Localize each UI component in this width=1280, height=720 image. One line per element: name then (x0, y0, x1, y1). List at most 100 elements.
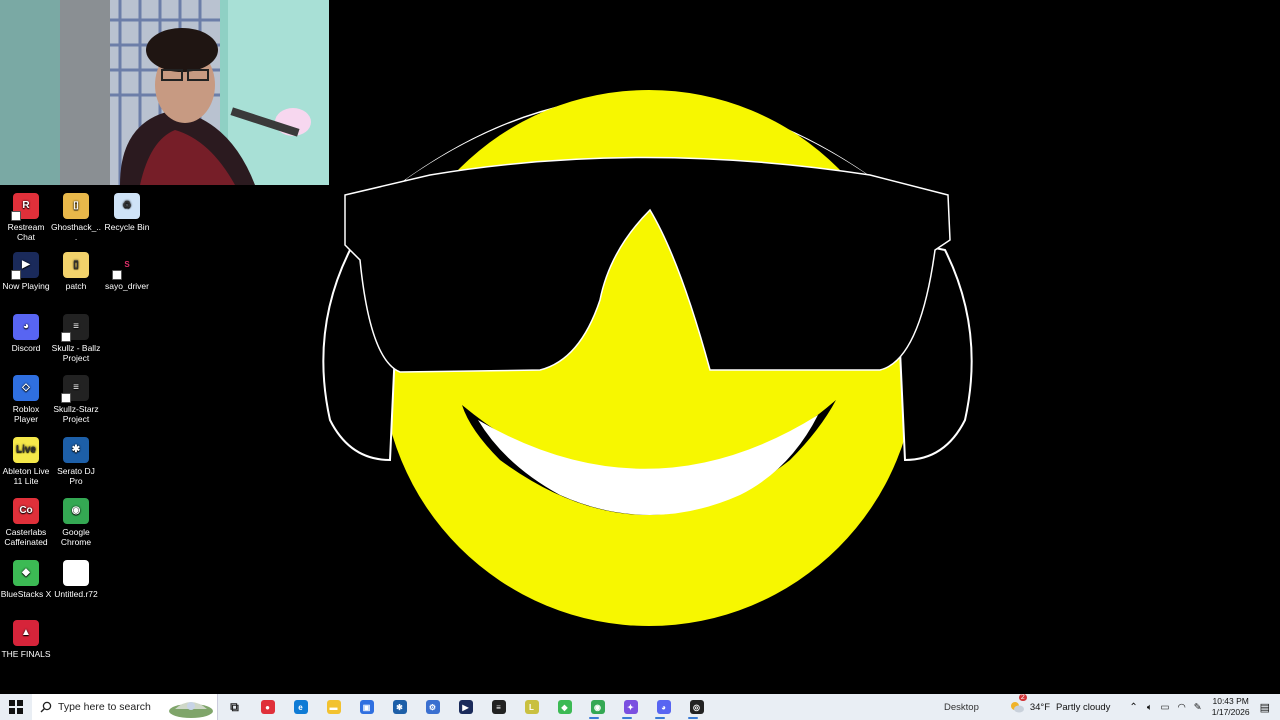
desktop-icon-patch[interactable]: ▯ patch (50, 252, 102, 291)
desktop-icon-ghosthack[interactable]: ▯ Ghosthack_... (50, 193, 102, 242)
clock[interactable]: 10:43 PM 1/17/2026 (1212, 696, 1250, 718)
taskbar-ableton-taskbar-button[interactable]: L (515, 694, 548, 720)
desktop-icon-serato-dj-pro[interactable]: ✱ Serato DJ Pro (50, 437, 102, 486)
weather-temp: 34°F (1029, 701, 1051, 713)
desktop-icon-ableton-live-11-lite[interactable]: Live Ableton Live 11 Lite (0, 437, 52, 486)
desktop-icon-label: sayo_driver (105, 281, 149, 291)
clock-date: 1/17/2026 (1211, 707, 1250, 717)
casterlabs-icon: Co (13, 498, 39, 524)
chevron-up-icon[interactable]: ⌃ (1129, 702, 1137, 713)
now-playing-taskbar-icon: ▶ (458, 700, 473, 714)
desktop-toolbar-label[interactable]: Desktop (944, 702, 979, 713)
desktop-icon-label: THE FINALS (1, 649, 51, 659)
taskbar-store-button[interactable]: ▣ (350, 694, 383, 720)
serato-icon: ✱ (63, 437, 89, 463)
file-explorer-icon: ▬ (326, 700, 341, 714)
restream-icon: R (11, 193, 39, 221)
taskbar-discord-taskbar-button[interactable]: ◕ (647, 694, 680, 720)
desktop-icon-label: Restream Chat (7, 222, 45, 242)
desktop-icon-the-finals[interactable]: ▲ THE FINALS (0, 620, 52, 659)
store-icon: ▣ (359, 700, 374, 714)
ableton-icon: Live (13, 437, 39, 463)
desktop-icon-sayo-driver[interactable]: Ssayo_driver (101, 252, 153, 291)
now-playing-icon: ▶ (11, 252, 39, 280)
desktop-icon-now-playing[interactable]: ▶ Now Playing (0, 252, 52, 291)
taskbar-obs-button[interactable]: ◎ (680, 694, 713, 720)
weather-badge: 2 (1018, 694, 1027, 701)
search-box[interactable]: Type here to search (32, 694, 218, 720)
desktop-icon-discord[interactable]: ◕ Discord (0, 314, 52, 353)
desktop-icon-restream-chat[interactable]: R Restream Chat (0, 193, 52, 242)
taskbar-bluestacks-taskbar-button[interactable]: ◆ (548, 694, 581, 720)
discord-taskbar-icon: ◕ (656, 700, 671, 714)
roblox-icon: ◇ (13, 375, 39, 401)
desktop-icon-label: Ghosthack_... (50, 222, 102, 242)
desktop-icon-skullz-ballz-project[interactable]: ≡ Skullz - Ballz Project (50, 314, 102, 363)
desktop-icon-label: Now Playing (2, 281, 50, 291)
copilot-icon: ✦ (623, 700, 638, 714)
restream-taskbar-icon: ● (260, 700, 275, 714)
serato-taskbar-icon: ✱ (392, 700, 407, 714)
bluestacks-taskbar-icon: ◆ (557, 700, 572, 714)
desktop-icon-label: Untitled.r72 (54, 589, 98, 599)
recycle-bin-icon: ♻ (114, 193, 140, 219)
pen-icon[interactable]: ✎ (1194, 702, 1202, 713)
weather-widget[interactable]: 2 34°F Partly cloudy (1009, 694, 1111, 714)
network-icon[interactable]: ◠ (1178, 702, 1186, 713)
search-highlight-icon (169, 702, 213, 718)
taskbar-edge-button[interactable]: e (284, 694, 317, 720)
desktop-icon-label: patch (65, 281, 87, 291)
windows-logo-icon (9, 700, 23, 714)
discord-icon: ◕ (13, 314, 39, 340)
start-button[interactable] (0, 694, 32, 720)
desktop-icon-label: Roblox Player (12, 404, 40, 424)
desktop-icon-label: Recycle Bin (104, 222, 150, 232)
desktop-icon-label: Discord (11, 343, 41, 353)
desktop-icon-bluestacks-x[interactable]: ◆ BlueStacks X (0, 560, 52, 599)
desktop-icon-recycle-bin[interactable]: ♻ Recycle Bin (101, 193, 153, 232)
taskbar: Type here to search ⧉ ● e ▬ ▣ ✱ ⚙ ▶ ≡ L ◆ ◉ ✦ ◕ ◎ Desk… (0, 694, 1280, 720)
speaker-icon[interactable]: 🔈︎ (1147, 702, 1153, 713)
desktop-icon-google-chrome[interactable]: ◉ Google Chrome (50, 498, 102, 547)
file-icon (63, 560, 89, 586)
desktop-icon-label: Ableton Live 11 Lite (2, 466, 50, 486)
chrome-taskbar-icon: ◉ (590, 700, 605, 714)
ableton-project-icon: ≡ (61, 375, 89, 403)
taskbar-live-project-button[interactable]: ≡ (482, 694, 515, 720)
notification-icon[interactable]: ▤ (1260, 701, 1270, 714)
desktop-icon-label: Skullz - Ballz Project (51, 343, 101, 363)
desktop-icon-untitled-r72[interactable]: Untitled.r72 (50, 560, 102, 599)
clock-time: 10:43 PM (1212, 696, 1249, 706)
desktop-icon-label: BlueStacks X (0, 589, 52, 599)
taskbar-copilot-button[interactable]: ✦ (614, 694, 647, 720)
search-placeholder: Type here to search (58, 701, 151, 713)
taskbar-task-view-button[interactable]: ⧉ (218, 694, 251, 720)
live-project-icon: ≡ (491, 700, 506, 714)
ableton-project-icon: ≡ (61, 314, 89, 342)
search-icon (40, 701, 52, 713)
system-tray: Desktop 2 34°F Partly cloudy ⌃ 🔈︎ ▭ ◠ ✎ … (944, 694, 1280, 718)
weather-text: Partly cloudy (1056, 701, 1111, 713)
taskbar-control-panel-button[interactable]: ⚙ (416, 694, 449, 720)
task-view-icon: ⧉ (230, 699, 239, 714)
bluestacks-icon: ◆ (13, 560, 39, 586)
desktop-icon-label: Skullz-Starz Project (53, 404, 99, 424)
desktop-icon-roblox-player[interactable]: ◇ Roblox Player (0, 375, 52, 424)
the-finals-icon: ▲ (13, 620, 39, 646)
taskbar-chrome-taskbar-button[interactable]: ◉ (581, 694, 614, 720)
taskbar-restream-taskbar-button[interactable]: ● (251, 694, 284, 720)
desktop-icon-label: Serato DJ Pro (57, 466, 95, 486)
desktop-icon-casterlabs-caffeinated[interactable]: Co Casterlabs Caffeinated (0, 498, 52, 547)
desktop-icon-label: Google Chrome (60, 527, 92, 547)
taskbar-now-playing-taskbar-button[interactable]: ▶ (449, 694, 482, 720)
control-panel-icon: ⚙ (425, 700, 440, 714)
webcam-overlay (0, 0, 329, 185)
weather-partly-cloudy-icon (1010, 702, 1024, 713)
edge-icon: e (293, 700, 308, 714)
desktop-icon-skullz-starz-project[interactable]: ≡ Skullz-Starz Project (50, 375, 102, 424)
battery-icon[interactable]: ▭ (1161, 702, 1170, 713)
desktop-icon-label: Casterlabs Caffeinated (4, 527, 48, 547)
taskbar-serato-taskbar-button[interactable]: ✱ (383, 694, 416, 720)
taskbar-file-explorer-button[interactable]: ▬ (317, 694, 350, 720)
zip-folder-icon: ▯ (63, 193, 89, 219)
